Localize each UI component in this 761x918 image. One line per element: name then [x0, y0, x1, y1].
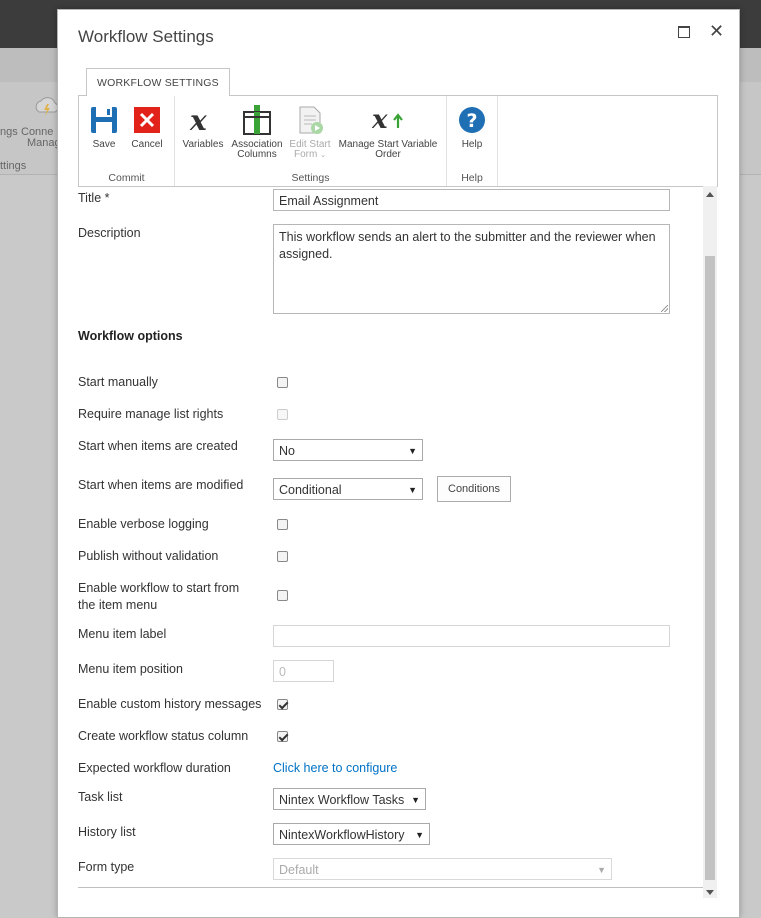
require-manage-list-rights-checkbox[interactable]: [277, 409, 288, 420]
association-columns-button[interactable]: Association Columns: [228, 104, 286, 160]
menu-item-position-label: Menu item position: [78, 662, 183, 676]
edit-start-form-button[interactable]: Edit Start Form ⌄: [287, 104, 333, 161]
enable-item-menu-label-line1: Enable workflow to start from: [78, 581, 240, 595]
cancel-button[interactable]: Cancel: [129, 104, 165, 150]
enable-custom-history-checkbox[interactable]: [277, 699, 288, 710]
help-icon: ?: [456, 104, 488, 136]
association-label-line2: Columns: [237, 149, 277, 160]
scroll-down-icon[interactable]: [706, 890, 714, 895]
form-type-label: Form type: [78, 860, 135, 874]
enable-verbose-logging-checkbox[interactable]: [277, 519, 288, 530]
menu-item-label-input[interactable]: [273, 625, 670, 647]
enable-verbose-logging-label: Enable verbose logging: [78, 517, 209, 531]
task-list-select[interactable]: Nintex Workflow Tasks ▼: [273, 788, 426, 810]
expected-duration-label: Expected workflow duration: [78, 761, 231, 775]
variable-order-icon: x: [371, 104, 404, 136]
group-label-settings: Settings: [291, 172, 330, 184]
create-status-column-checkbox[interactable]: [277, 731, 288, 742]
workflow-settings-dialog: Workflow Settings ✕ WORKFLOW SETTINGS Sa…: [57, 9, 740, 918]
svg-text:x: x: [372, 105, 388, 135]
association-columns-icon: [241, 104, 273, 136]
maximize-icon[interactable]: [678, 26, 690, 38]
svg-text:x: x: [189, 104, 207, 136]
menu-item-position-input[interactable]: 0: [273, 660, 334, 682]
form-type-select[interactable]: Default ▼: [273, 858, 612, 880]
background-manage-fragment: Manag: [27, 137, 61, 149]
dropdown-arrow-icon: ▼: [415, 830, 424, 840]
group-label-commit: Commit: [108, 172, 145, 184]
publish-without-validation-checkbox[interactable]: [277, 551, 288, 562]
description-label: Description: [78, 226, 141, 240]
workflow-options-heading: Workflow options: [78, 329, 183, 343]
save-button[interactable]: Save: [87, 104, 121, 150]
enable-item-menu-label-line2: the item menu: [78, 598, 158, 612]
tab-workflow-settings[interactable]: WORKFLOW SETTINGS: [86, 68, 230, 96]
history-list-value: NintexWorkflowHistory: [279, 828, 405, 842]
variables-label: Variables: [182, 139, 224, 150]
start-when-created-value: No: [279, 444, 295, 458]
menu-item-label-label: Menu item label: [78, 627, 167, 641]
title-input[interactable]: Email Assignment: [273, 189, 670, 211]
description-textarea[interactable]: This workflow sends an alert to the subm…: [273, 224, 670, 314]
save-icon: [88, 104, 120, 136]
manage-order-label-line2: Order: [375, 149, 401, 160]
svg-text:?: ?: [466, 110, 477, 132]
cancel-icon: [131, 104, 163, 136]
ribbon-group-commit: Save Cancel Commit: [79, 96, 175, 186]
form-page-icon: [294, 104, 326, 136]
start-when-modified-select[interactable]: Conditional ▼: [273, 478, 423, 500]
variable-x-icon: x: [187, 104, 219, 137]
scroll-thumb[interactable]: [705, 256, 715, 880]
help-button[interactable]: ? Help: [455, 104, 489, 150]
resize-grip-icon[interactable]: [661, 305, 668, 312]
ribbon: Save Cancel Commit x Variables Associati…: [78, 95, 718, 187]
configure-duration-link[interactable]: Click here to configure: [273, 761, 397, 775]
ribbon-group-help: ? Help Help: [447, 96, 498, 186]
dialog-title: Workflow Settings: [78, 27, 214, 46]
title-label: Title *: [78, 191, 110, 205]
ribbon-group-settings: x Variables Association Columns Edit Sta…: [175, 96, 447, 186]
dropdown-arrow-icon: ▼: [408, 485, 417, 495]
conditions-button[interactable]: Conditions: [437, 476, 511, 502]
close-icon[interactable]: ✕: [709, 21, 724, 42]
history-list-label: History list: [78, 825, 136, 839]
dropdown-arrow-icon: ▼: [597, 865, 606, 875]
form-type-value: Default: [279, 863, 319, 877]
require-manage-list-rights-label: Require manage list rights: [78, 407, 224, 421]
background-settings-fragment: ngs: [0, 126, 18, 138]
manage-start-variable-order-button[interactable]: x Manage Start Variable Order: [335, 104, 441, 160]
form-scrollbar[interactable]: [703, 186, 717, 898]
scroll-up-icon[interactable]: [706, 192, 714, 197]
dropdown-arrow-icon: ▼: [408, 446, 417, 456]
enable-custom-history-label: Enable custom history messages: [78, 697, 262, 711]
cancel-label: Cancel: [131, 139, 163, 150]
task-list-value: Nintex Workflow Tasks: [279, 793, 405, 807]
form-divider: [78, 887, 704, 888]
create-status-column-label: Create workflow status column: [78, 729, 249, 743]
start-manually-label: Start manually: [78, 375, 158, 389]
variables-button[interactable]: x Variables: [181, 104, 225, 150]
task-list-label: Task list: [78, 790, 123, 804]
edit-start-form-label-line2: Form ⌄: [294, 149, 326, 160]
group-label-help: Help: [461, 172, 483, 184]
start-manually-checkbox[interactable]: [277, 377, 288, 388]
publish-without-validation-label: Publish without validation: [78, 549, 219, 563]
start-when-modified-value: Conditional: [279, 483, 342, 497]
history-list-select[interactable]: NintexWorkflowHistory ▼: [273, 823, 430, 845]
enable-item-menu-checkbox[interactable]: [277, 590, 288, 601]
start-when-created-select[interactable]: No ▼: [273, 439, 423, 461]
save-label: Save: [92, 139, 116, 150]
start-when-modified-label: Start when items are modified: [78, 478, 244, 492]
start-when-created-label: Start when items are created: [78, 439, 238, 453]
help-label: Help: [461, 139, 483, 150]
background-group-fragment: ttings: [0, 160, 27, 172]
description-text: This workflow sends an alert to the subm…: [279, 230, 656, 261]
dropdown-arrow-icon: ▼: [411, 795, 420, 805]
